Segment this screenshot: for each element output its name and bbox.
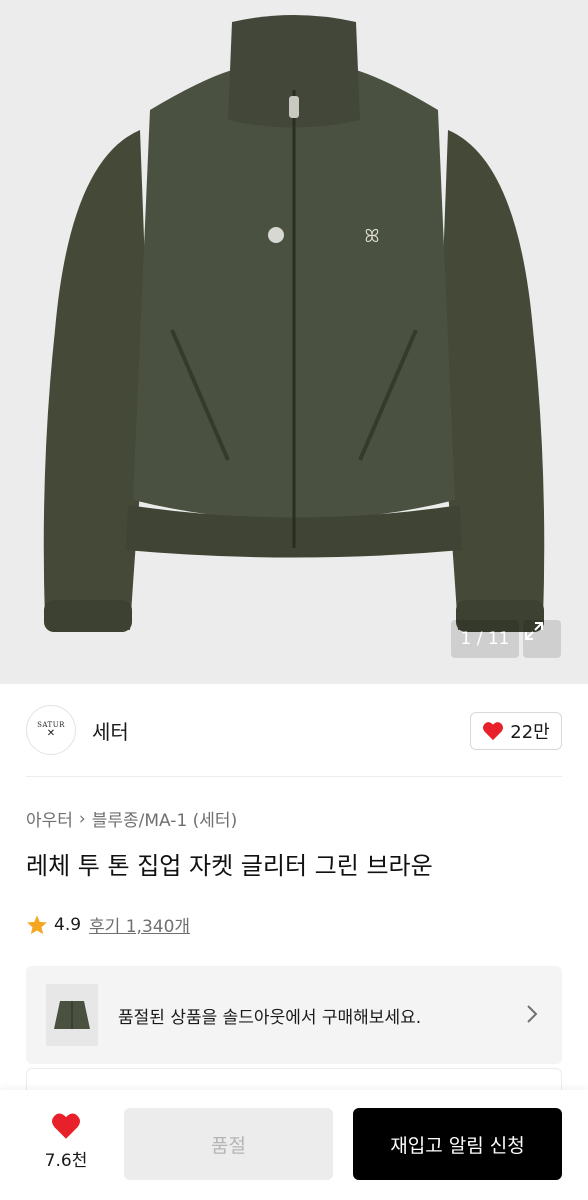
brand-like-button[interactable]: 22만 xyxy=(470,712,562,750)
brand-logo[interactable]: SATUR ✕ xyxy=(26,705,76,755)
restock-alert-button[interactable]: 재입고 알림 신청 xyxy=(353,1108,562,1180)
svg-text:ꕤ: ꕤ xyxy=(365,226,380,247)
brand-like-count: 22만 xyxy=(510,722,550,743)
review-count-link[interactable]: 후기 1,340개 xyxy=(89,912,190,937)
wishlist-button[interactable]: 7.6천 xyxy=(30,1112,102,1171)
rating-score: 4.9 xyxy=(54,914,82,935)
divider xyxy=(26,776,562,777)
product-title: 레체 투 톤 집업 자켓 글리터 그린 브라운 xyxy=(26,852,433,880)
bottom-action-bar: 7.6천 품절 재입고 알림 신청 xyxy=(0,1090,588,1200)
soldout-banner-text: 품절된 상품을 솔드아웃에서 구매해보세요. xyxy=(118,1007,422,1028)
wishlist-count: 7.6천 xyxy=(44,1151,88,1171)
breadcrumb: 아우터 › 블루종/MA-1 (세터) xyxy=(26,806,237,832)
breadcrumb-item-outer[interactable]: 아우터 xyxy=(26,806,73,831)
brand-row: SATUR ✕ 세터 22만 xyxy=(26,704,562,756)
soldout-button[interactable]: 품절 xyxy=(124,1108,333,1180)
product-image-gallery[interactable]: ꕤ 1 / 11 xyxy=(0,0,588,684)
expand-icon xyxy=(525,622,543,640)
soldout-thumbnail xyxy=(46,984,98,1046)
star-icon xyxy=(27,914,47,934)
heart-icon xyxy=(52,1113,80,1139)
brand-name[interactable]: 세터 xyxy=(92,716,129,745)
product-image: ꕤ xyxy=(0,0,588,684)
soldout-banner[interactable]: 품절된 상품을 솔드아웃에서 구매해보세요. xyxy=(26,966,562,1064)
chevron-right-icon: › xyxy=(78,808,86,829)
image-counter: 1 / 11 xyxy=(451,620,519,658)
rating: 4.9 후기 1,340개 xyxy=(26,912,190,937)
heart-icon xyxy=(483,722,504,741)
chevron-right-icon xyxy=(527,1005,538,1023)
brand-emblem-icon: ✕ xyxy=(46,728,56,739)
breadcrumb-item-category[interactable]: 블루종/MA-1 (세터) xyxy=(92,806,237,831)
expand-button[interactable] xyxy=(523,620,561,658)
